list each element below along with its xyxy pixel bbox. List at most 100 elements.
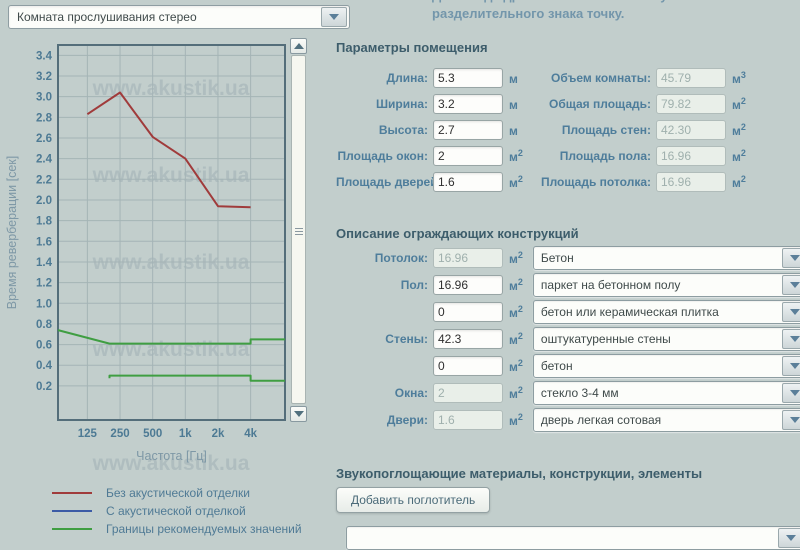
chevron-down-icon[interactable] [782,275,800,295]
svg-text:2k: 2k [212,428,225,440]
svg-text:0.4: 0.4 [36,360,53,372]
room-volume-output [656,68,726,88]
constructions-rows: Потолок: м2 Бетон Пол: м2 паркет на бето… [336,246,800,435]
legend-item-recommended: Границы рекомендуемых значений [52,520,302,538]
svg-text:www.akustik.ua: www.akustik.ua [92,338,250,361]
legend-swatch-blue [52,510,92,512]
decimal-separator-note: Для ввода дробных чисел используйте в ка… [432,0,800,23]
length-input[interactable] [433,68,503,88]
svg-text:Время реверберации [сек]: Время реверберации [сек] [5,156,19,309]
chevron-down-icon[interactable] [782,302,800,322]
svg-text:2.8: 2.8 [36,112,53,124]
room-params-right-column: Объем комнаты: м3 Общая площадь: м2 Площ… [533,68,746,198]
absorber-select-cutoff[interactable] [346,526,800,550]
svg-text:0.2: 0.2 [36,381,52,393]
walls-area-input[interactable] [433,329,503,349]
length-row: Длина: м [336,68,523,88]
svg-text:2.2: 2.2 [36,174,52,186]
legend-item-treated: С акустической отделкой [52,502,302,520]
arrow-down-icon [294,411,304,417]
svg-text:1.6: 1.6 [36,236,52,248]
ceiling-row: Потолок: м2 Бетон [336,246,800,270]
walls-area-row: Площадь стен: м2 [533,120,746,140]
legend-item-untreated: Без акустической отделки [52,484,302,502]
chevron-down-icon [329,14,339,20]
ceiling-area-output [656,172,726,192]
svg-text:Частота [Гц]: Частота [Гц] [136,449,207,463]
windows-area-readonly [433,383,503,403]
walls-extra-area-input[interactable] [433,356,503,376]
constructions-title: Описание ограждающих конструкций [336,226,579,241]
chevron-down-icon[interactable] [782,248,800,268]
windows-material-select[interactable]: стекло 3-4 мм [533,381,800,405]
chevron-down-icon[interactable] [782,383,800,403]
svg-text:125: 125 [78,428,98,440]
scrollbar-thumb[interactable] [291,55,306,404]
svg-text:250: 250 [110,428,129,440]
svg-text:4k: 4k [244,428,257,440]
legend-swatch-red [52,492,92,494]
svg-text:3.4: 3.4 [36,50,53,62]
svg-text:www.akustik.ua: www.akustik.ua [92,251,250,274]
room-preset-dropdown-button[interactable] [321,7,347,27]
svg-text:2.6: 2.6 [36,133,52,145]
floor-extra-material-select[interactable]: бетон или керамическая плитка [533,300,800,324]
doors-area-readonly [433,410,503,430]
chart-scrollbar[interactable] [290,38,307,422]
chevron-down-icon[interactable] [782,410,800,430]
width-row: Ширина: м [336,94,523,114]
floor-area-input[interactable] [433,275,503,295]
doors-row: Двери: м2 дверь легкая сотовая [336,408,800,432]
room-volume-row: Объем комнаты: м3 [533,68,746,88]
scroll-down-button[interactable] [290,406,307,422]
windows-row: Окна: м2 стекло 3-4 мм [336,381,800,405]
svg-text:2.4: 2.4 [36,154,53,166]
width-input[interactable] [433,94,503,114]
windows-area-row: Площадь окон: м2 [336,146,523,166]
height-row: Высота: м [336,120,523,140]
svg-text:1.2: 1.2 [36,278,52,290]
svg-text:1.4: 1.4 [36,257,53,269]
walls-material-select[interactable]: оштукатуренные стены [533,327,800,351]
chevron-down-icon[interactable] [782,356,800,376]
svg-text:1.8: 1.8 [36,216,53,228]
floor-extra-area-input[interactable] [433,302,503,322]
absorbers-title: Звукопоглощающие материалы, конструкции,… [336,466,702,481]
floor-material-select[interactable]: паркет на бетонном полу [533,273,800,297]
walls-extra-row: м2 бетон [336,354,800,378]
note-line-2: разделительного знака точку. [432,5,800,23]
total-area-row: Общая площадь: м2 [533,94,746,114]
ceiling-material-select[interactable]: Бетон [533,246,800,270]
height-input[interactable] [433,120,503,140]
walls-area-output [656,120,726,140]
legend-swatch-green [52,528,92,530]
ceiling-area-input [433,248,503,268]
total-area-output [656,94,726,114]
svg-text:0.8: 0.8 [36,319,53,331]
svg-text:www.akustik.ua: www.akustik.ua [92,164,250,187]
svg-text:1.0: 1.0 [36,298,52,310]
floor-area-output [656,146,726,166]
doors-area-input[interactable] [433,172,503,192]
room-params-title: Параметры помещения [336,40,488,55]
svg-text:500: 500 [143,428,162,440]
floor-row: Пол: м2 паркет на бетонном полу [336,273,800,297]
chevron-down-icon[interactable] [778,528,800,548]
svg-text:2.0: 2.0 [36,195,52,207]
doors-material-select[interactable]: дверь легкая сотовая [533,408,800,432]
svg-text:1k: 1k [179,428,192,440]
svg-text:0.6: 0.6 [36,340,52,352]
chevron-down-icon[interactable] [782,329,800,349]
svg-text:3.0: 3.0 [36,92,52,104]
chart-legend: Без акустической отделки С акустической … [52,484,302,538]
floor-extra-row: м2 бетон или керамическая плитка [336,300,800,324]
walls-extra-material-select[interactable]: бетон [533,354,800,378]
arrow-up-icon [294,43,304,49]
walls-row: Стены: м2 оштукатуренные стены [336,327,800,351]
ceiling-area-row: Площадь потолка: м2 [533,172,746,192]
reverberation-chart: www.akustik.ua www.akustik.ua www.akustik.… [0,0,320,470]
add-absorber-button[interactable]: Добавить поглотитель [336,487,490,513]
scroll-up-button[interactable] [290,38,307,54]
windows-area-input[interactable] [433,146,503,166]
room-params-left-column: Длина: м Ширина: м Высота: м Площадь око… [336,68,523,198]
